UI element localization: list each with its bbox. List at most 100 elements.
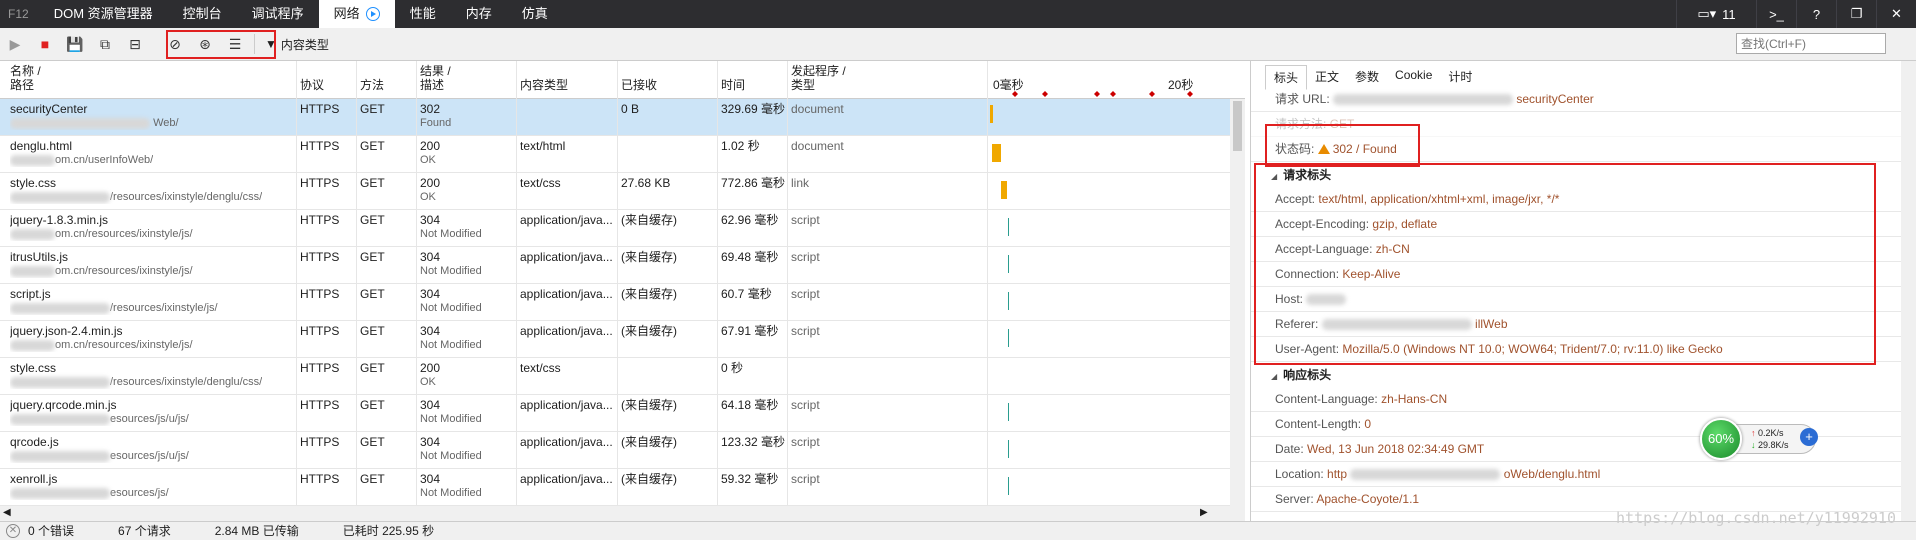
row-name: denglu.html bbox=[10, 139, 73, 153]
tab-emulation[interactable]: 仿真 bbox=[507, 0, 563, 28]
row-initiator: document bbox=[791, 139, 844, 153]
redacted-text bbox=[10, 191, 110, 203]
row-method: GET bbox=[360, 361, 385, 375]
plus-icon[interactable]: + bbox=[1800, 428, 1818, 446]
help-icon[interactable]: ? bbox=[1796, 0, 1836, 28]
row-method: GET bbox=[360, 398, 385, 412]
header-value: Wed, 13 Jun 2018 02:34:49 GMT bbox=[1307, 442, 1485, 456]
scroll-right-icon[interactable]: ▶ bbox=[1200, 507, 1208, 518]
row-desc: Found bbox=[420, 117, 452, 129]
vertical-scrollbar[interactable] bbox=[1230, 99, 1245, 506]
close-icon[interactable]: ✕ bbox=[1876, 0, 1916, 28]
row-result: 304 bbox=[420, 324, 441, 338]
watermark: https://blog.csdn.net/y11992910 bbox=[1616, 509, 1896, 527]
request-count: 67 个请求 bbox=[118, 524, 171, 538]
row-path: om.cn/resources/ixinstyle/js/ bbox=[55, 265, 193, 277]
horizontal-scrollbar[interactable]: ◀ ▶ bbox=[0, 506, 1245, 521]
tab-performance[interactable]: 性能 bbox=[395, 0, 451, 28]
tab-console[interactable]: 控制台 bbox=[168, 0, 237, 28]
col-content-type-header[interactable]: 内容类型 bbox=[520, 78, 568, 92]
tab-network[interactable]: 网络 bbox=[318, 0, 395, 28]
row-desc: Not Modified bbox=[420, 339, 482, 351]
col-method-header[interactable]: 方法 bbox=[360, 78, 384, 92]
stop-profiling-icon[interactable]: ■ bbox=[30, 31, 60, 57]
row-result: 304 bbox=[420, 472, 441, 486]
table-row[interactable]: script.js/resources/ixinstyle/js/ HTTPS … bbox=[0, 284, 1230, 321]
table-row[interactable]: style.css/resources/ixinstyle/denglu/css… bbox=[0, 358, 1230, 395]
error-icon: ✕ bbox=[6, 524, 20, 538]
col-name-header[interactable]: 名称 / 路径 bbox=[10, 64, 41, 92]
row-name: jquery.qrcode.min.js bbox=[10, 398, 117, 412]
clear-session-icon[interactable]: ⊟ bbox=[120, 31, 150, 57]
f12-label: F12 bbox=[8, 7, 29, 21]
window-target-selector[interactable]: ▭▾ 11 bbox=[1676, 0, 1756, 28]
row-received: (来自缓存) bbox=[621, 250, 677, 264]
col-received-header[interactable]: 已接收 bbox=[621, 78, 657, 92]
header-value: Apache-Coyote/1.1 bbox=[1316, 492, 1420, 506]
row-result: 200 bbox=[420, 139, 441, 153]
row-desc: Not Modified bbox=[420, 228, 482, 240]
redacted-text bbox=[10, 265, 55, 277]
response-headers-section[interactable]: 响应标头 bbox=[1251, 364, 1901, 386]
table-row[interactable]: jquery.qrcode.min.js esources/js/u/js/ HT… bbox=[0, 395, 1230, 432]
timeline-bar bbox=[1008, 255, 1009, 273]
row-desc: Not Modified bbox=[420, 302, 482, 314]
header-location: Location: http oWeb/denglu.html bbox=[1251, 462, 1901, 487]
upload-arrow-icon: ↑ bbox=[1751, 428, 1756, 438]
import-icon[interactable]: ⧉ bbox=[90, 31, 120, 57]
scrollbar-thumb[interactable] bbox=[1233, 101, 1242, 151]
network-speed-widget[interactable]: ↑ 0.2K/s ↓ 29.8K/s 60% + bbox=[1700, 418, 1820, 460]
col-time-header[interactable]: 时间 bbox=[721, 78, 745, 92]
row-time: 772.86 毫秒 bbox=[721, 176, 786, 190]
tab-dom-explorer[interactable]: DOM 资源管理器 bbox=[39, 0, 168, 28]
redacted-text bbox=[10, 450, 110, 462]
row-time: 60.7 毫秒 bbox=[721, 287, 772, 301]
row-desc: Not Modified bbox=[420, 265, 482, 277]
row-protocol: HTTPS bbox=[300, 139, 340, 153]
save-icon[interactable]: 💾 bbox=[60, 31, 90, 57]
row-type: application/java... bbox=[520, 250, 613, 264]
header-key: Content-Language: bbox=[1275, 392, 1378, 406]
row-name: itrusUtils.js bbox=[10, 250, 69, 264]
timeline-bar bbox=[1008, 403, 1009, 421]
table-row[interactable]: jquery-1.8.3.min.js om.cn/resources/ixins… bbox=[0, 210, 1230, 247]
table-row[interactable]: securityCenter Web/ HTTPS GET 302 Found 0… bbox=[0, 99, 1230, 136]
table-row[interactable]: qrcode.js esources/js/u/js/ HTTPS GET 304… bbox=[0, 432, 1230, 469]
col-result-header[interactable]: 结果 / 描述 bbox=[420, 64, 451, 92]
column-divider bbox=[717, 61, 718, 506]
table-row[interactable]: xenroll.js esources/js/ HTTPS GET 304 Not … bbox=[0, 469, 1230, 506]
detail-scrollbar[interactable] bbox=[1901, 61, 1916, 521]
memory-percent: 60% bbox=[1700, 418, 1742, 460]
row-time: 64.18 毫秒 bbox=[721, 398, 779, 412]
start-profiling-icon[interactable]: ▶ bbox=[0, 31, 30, 57]
search-input[interactable] bbox=[1736, 33, 1886, 54]
row-result: 304 bbox=[420, 250, 441, 264]
column-divider bbox=[987, 61, 988, 506]
row-desc: Not Modified bbox=[420, 413, 482, 425]
row-protocol: HTTPS bbox=[300, 102, 340, 116]
col-initiator-header[interactable]: 发起程序 / 类型 bbox=[791, 64, 846, 92]
row-desc: OK bbox=[420, 376, 436, 388]
row-type: text/css bbox=[520, 361, 561, 375]
column-divider bbox=[516, 61, 517, 506]
row-method: GET bbox=[360, 102, 385, 116]
undock-icon[interactable]: ❐ bbox=[1836, 0, 1876, 28]
row-initiator: script bbox=[791, 324, 820, 338]
scroll-left-icon[interactable]: ◀ bbox=[3, 507, 11, 518]
redacted-text bbox=[10, 302, 110, 314]
console-icon[interactable]: >_ bbox=[1756, 0, 1796, 28]
tab-memory[interactable]: 内存 bbox=[451, 0, 507, 28]
row-type: text/css bbox=[520, 176, 561, 190]
request-url-label: 请求 URL: bbox=[1275, 92, 1330, 106]
table-row[interactable]: style.css/resources/ixinstyle/denglu/css… bbox=[0, 173, 1230, 210]
table-row[interactable]: itrusUtils.js om.cn/resources/ixinstyle/j… bbox=[0, 247, 1230, 284]
row-name: style.css bbox=[10, 361, 57, 375]
col-protocol-header[interactable]: 协议 bbox=[300, 78, 324, 92]
tab-debugger[interactable]: 调试程序 bbox=[237, 0, 319, 28]
row-result: 304 bbox=[420, 435, 441, 449]
row-name: securityCenter bbox=[10, 102, 88, 116]
window-controls: ▭▾ 11 >_ ? ❐ ✕ bbox=[1676, 0, 1916, 28]
col-path-label: 路径 bbox=[10, 78, 35, 92]
table-row[interactable]: jquery.json-2.4.min.js om.cn/resources/ix… bbox=[0, 321, 1230, 358]
table-row[interactable]: denglu.html om.cn/userInfoWeb/ HTTPS GET … bbox=[0, 136, 1230, 173]
